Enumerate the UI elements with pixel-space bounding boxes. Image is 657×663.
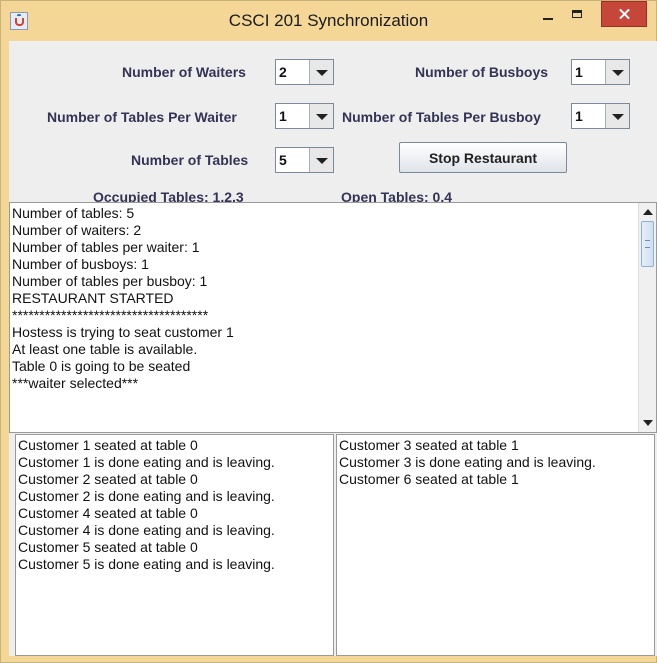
scroll-down-icon[interactable] xyxy=(640,415,656,431)
tables-per-busboy-label: Number of Tables Per Busboy xyxy=(342,109,541,125)
main-content: Number of Waiters 2 Number of Busboys 1 … xyxy=(9,41,657,656)
list-item: Customer 5 is done eating and is leaving… xyxy=(18,556,275,572)
log-line: Number of busboys: 1 xyxy=(12,256,149,272)
event-log-text: Number of tables: 5 Number of waiters: 2… xyxy=(12,205,632,430)
waiters-value: 2 xyxy=(279,64,287,80)
stop-restaurant-button[interactable]: Stop Restaurant xyxy=(399,142,567,173)
waiters-label: Number of Waiters xyxy=(122,64,246,80)
tables-label: Number of Tables xyxy=(131,152,249,168)
waiter-2-log[interactable]: Customer 3 seated at table 1 Customer 3 … xyxy=(336,434,655,656)
tables-value: 5 xyxy=(279,152,287,168)
list-item: Customer 3 is done eating and is leaving… xyxy=(339,454,596,470)
list-item: Customer 2 seated at table 0 xyxy=(18,471,198,487)
minimize-icon[interactable] xyxy=(539,9,557,27)
log-line: Number of tables per busboy: 1 xyxy=(12,273,208,289)
tables-per-busboy-dropdown[interactable]: 1 xyxy=(571,103,630,129)
list-item: Customer 1 is done eating and is leaving… xyxy=(18,454,275,470)
list-item: Customer 4 is done eating and is leaving… xyxy=(18,522,275,538)
tables-per-waiter-label: Number of Tables Per Waiter xyxy=(47,109,237,125)
busboys-value: 1 xyxy=(575,64,583,80)
log-line: Hostess is trying to seat customer 1 xyxy=(12,324,234,340)
event-log[interactable]: Number of tables: 5 Number of waiters: 2… xyxy=(9,202,657,433)
list-item: Customer 5 seated at table 0 xyxy=(18,539,198,555)
log-line: Number of waiters: 2 xyxy=(12,222,142,238)
chevron-down-icon[interactable] xyxy=(605,60,629,84)
list-item: Customer 2 is done eating and is leaving… xyxy=(18,488,275,504)
list-item: Customer 4 seated at table 0 xyxy=(18,505,198,521)
close-icon[interactable] xyxy=(601,1,647,27)
vertical-scrollbar[interactable] xyxy=(638,203,656,432)
title-bar[interactable]: CSCI 201 Synchronization xyxy=(1,1,656,41)
chevron-down-icon[interactable] xyxy=(605,104,629,128)
log-line: ***waiter selected*** xyxy=(12,375,139,391)
waiter-1-log[interactable]: Customer 1 seated at table 0 Customer 1 … xyxy=(15,434,334,656)
tables-dropdown[interactable]: 5 xyxy=(275,147,334,173)
busboys-dropdown[interactable]: 1 xyxy=(571,59,630,85)
application-window: CSCI 201 Synchronization Number of Waite… xyxy=(0,0,657,663)
log-line: Table 0 is going to be seated xyxy=(12,358,191,374)
log-line: RESTAURANT STARTED xyxy=(12,290,174,306)
log-line: At least one table is available. xyxy=(12,341,198,357)
scroll-up-icon[interactable] xyxy=(640,204,656,220)
log-line: ************************************ xyxy=(12,307,209,323)
log-line: Number of tables: 5 xyxy=(12,205,135,221)
busboys-label: Number of Busboys xyxy=(415,64,549,80)
chevron-down-icon[interactable] xyxy=(309,60,333,84)
chevron-down-icon[interactable] xyxy=(309,104,333,128)
log-line: Number of tables per waiter: 1 xyxy=(12,239,200,255)
list-item: Customer 1 seated at table 0 xyxy=(18,437,198,453)
tables-per-waiter-dropdown[interactable]: 1 xyxy=(275,103,334,129)
window-title: CSCI 201 Synchronization xyxy=(228,11,429,30)
maximize-icon[interactable] xyxy=(569,7,587,25)
list-item: Customer 6 seated at table 1 xyxy=(339,471,519,487)
chevron-down-icon[interactable] xyxy=(309,148,333,172)
tables-per-waiter-value: 1 xyxy=(279,108,287,124)
list-item: Customer 3 seated at table 1 xyxy=(339,437,519,453)
scroll-thumb[interactable] xyxy=(641,221,654,267)
tables-per-busboy-value: 1 xyxy=(575,108,583,124)
waiters-dropdown[interactable]: 2 xyxy=(275,59,334,85)
